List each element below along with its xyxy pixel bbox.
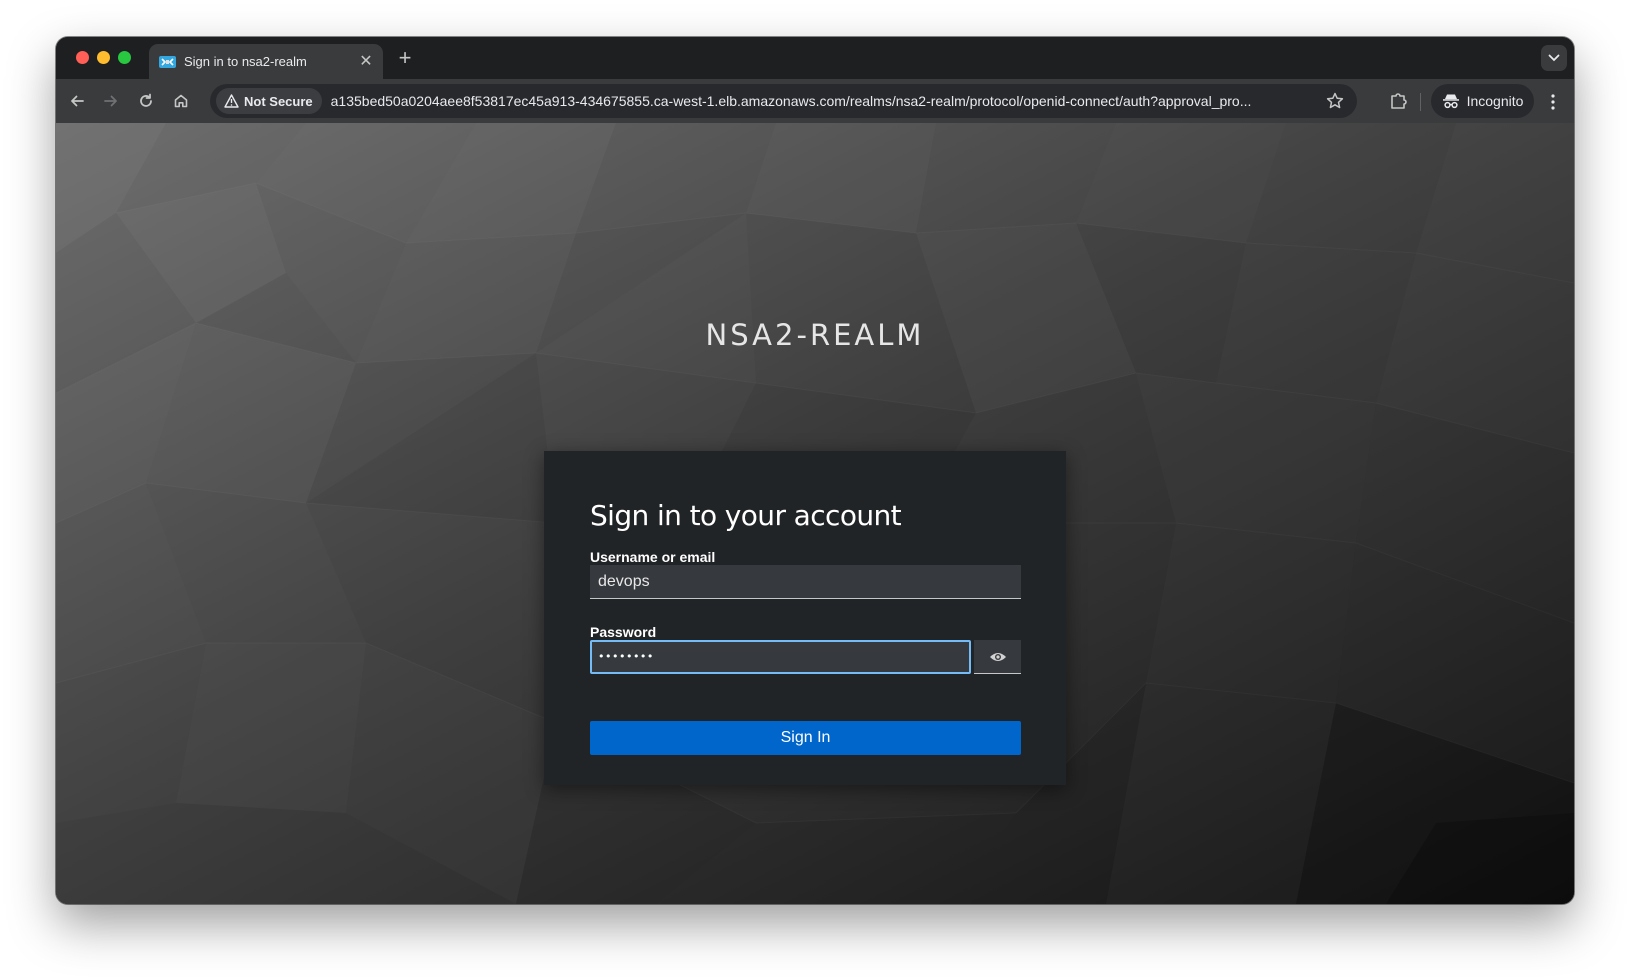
close-window-button[interactable] — [76, 51, 89, 64]
realm-name: NSA2-REALM — [705, 318, 925, 352]
password-input[interactable]: •••••••• — [590, 640, 971, 674]
reload-icon — [140, 93, 152, 107]
new-tab-button[interactable]: + — [394, 47, 416, 69]
maximize-window-button[interactable] — [118, 51, 131, 64]
incognito-label: Incognito — [1466, 93, 1524, 109]
reload-button[interactable] — [134, 89, 158, 113]
incognito-badge[interactable]: Incognito — [1431, 84, 1534, 118]
show-password-button[interactable] — [974, 640, 1021, 674]
forward-arrow-icon — [104, 95, 117, 107]
minimize-window-button[interactable] — [97, 51, 110, 64]
address-bar[interactable]: Not Secure a135bed50a0204aee8f53817ec45a… — [210, 84, 1357, 118]
password-label: Password — [590, 624, 657, 640]
username-input[interactable]: devops — [590, 565, 1021, 599]
keycloak-favicon-icon — [159, 55, 176, 68]
url-text[interactable]: a135bed50a0204aee8f53817ec45a913-4346758… — [331, 93, 1316, 109]
sign-in-button[interactable]: Sign In — [590, 721, 1021, 755]
tab-search-button[interactable] — [1541, 45, 1567, 71]
security-chip-label: Not Secure — [244, 93, 313, 109]
back-arrow-icon — [71, 95, 84, 107]
chevron-down-icon — [1548, 54, 1560, 62]
home-button[interactable] — [169, 89, 193, 113]
login-card: Sign in to your account Username or emai… — [544, 451, 1066, 785]
page-content: NSA2-REALM Sign in to your account Usern… — [56, 123, 1574, 904]
tab-sign-in[interactable]: Sign in to nsa2-realm ✕ — [149, 44, 383, 79]
toolbar-divider — [1420, 93, 1421, 111]
more-vertical-icon — [1551, 94, 1555, 110]
tab-title: Sign in to nsa2-realm — [184, 54, 307, 69]
forward-button[interactable] — [99, 89, 123, 113]
back-button[interactable] — [65, 89, 89, 113]
tab-strip: Sign in to nsa2-realm ✕ + — [56, 37, 1574, 79]
browser-toolbar: Not Secure a135bed50a0204aee8f53817ec45a… — [56, 79, 1574, 123]
card-title: Sign in to your account — [590, 499, 902, 532]
username-label: Username or email — [590, 549, 716, 565]
home-icon — [174, 94, 188, 108]
extensions-puzzle-icon[interactable] — [1388, 90, 1410, 112]
incognito-icon — [1442, 94, 1459, 109]
eye-icon — [989, 652, 1006, 661]
browser-window: Sign in to nsa2-realm ✕ + Not Secure a13… — [56, 37, 1574, 904]
window-controls — [76, 51, 131, 64]
bookmark-star-icon[interactable] — [1325, 91, 1345, 111]
security-chip[interactable]: Not Secure — [216, 88, 322, 114]
warning-triangle-icon — [224, 94, 239, 108]
browser-menu-button[interactable] — [1543, 91, 1563, 113]
tab-close-icon[interactable]: ✕ — [359, 53, 373, 70]
